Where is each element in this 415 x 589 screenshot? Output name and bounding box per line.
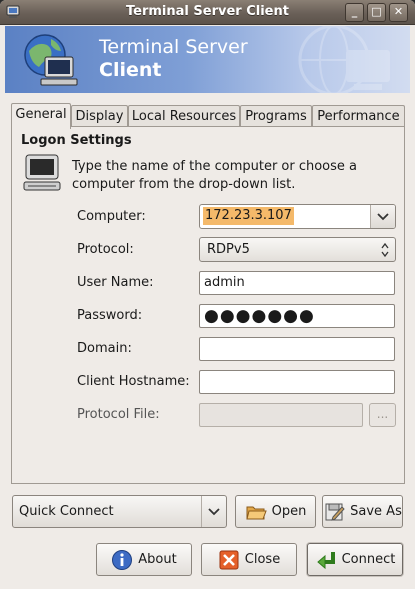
info-icon [112, 549, 133, 570]
globe-computer-icon [24, 34, 78, 86]
close-icon[interactable]: ✕ [389, 3, 408, 22]
title-bar[interactable]: Terminal Server Client _ □ ✕ [0, 0, 415, 25]
protocol-label: Protocol: [77, 242, 134, 257]
computer-input[interactable]: 172.23.3.107 [203, 207, 294, 225]
terminal-server-client-window: Terminal Server Client _ □ ✕ Terminal Se… [0, 0, 415, 589]
protocol-select[interactable]: RDPv5 [199, 237, 396, 262]
connect-button-label: Connect [341, 552, 396, 567]
folder-open-icon [245, 506, 267, 519]
protocol-file-input [199, 403, 363, 427]
maximize-icon[interactable]: □ [367, 3, 386, 22]
tab-programs-label: Programs [245, 109, 307, 124]
logon-instructions: Type the name of the computer or choose … [72, 159, 358, 192]
save-as-button-label: Save As [350, 504, 402, 519]
banner-title-line2: Client [99, 59, 162, 81]
close-button-label: Close [244, 552, 281, 567]
computer-icon [23, 154, 61, 191]
protocol-file-label: Protocol File: [77, 407, 160, 422]
username-input[interactable]: admin [199, 271, 395, 295]
about-button-label: About [138, 552, 177, 567]
browse-button: ... [369, 403, 396, 427]
open-button[interactable]: Open [235, 495, 316, 528]
chevron-down-icon [377, 213, 389, 221]
save-as-icon [325, 503, 345, 521]
quick-connect-dropdown-button[interactable] [201, 496, 226, 527]
banner-watermark-icon [298, 26, 390, 93]
password-label: Password: [77, 308, 143, 323]
tab-performance[interactable]: Performance [312, 105, 405, 128]
tab-local-resources-label: Local Resources [131, 109, 237, 124]
domain-input[interactable] [199, 337, 395, 361]
connect-arrow-icon [316, 551, 335, 569]
logon-settings-title: Logon Settings [21, 133, 132, 148]
tab-general[interactable]: General [11, 103, 71, 129]
client-hostname-input[interactable] [199, 370, 395, 394]
client-hostname-label: Client Hostname: [77, 374, 190, 389]
save-as-button[interactable]: Save As [322, 495, 403, 528]
domain-label: Domain: [77, 341, 132, 356]
username-label: User Name: [77, 275, 154, 290]
close-x-icon [219, 550, 239, 569]
password-input[interactable]: ●●●●●●● [199, 304, 395, 328]
about-button[interactable]: About [96, 543, 192, 576]
computer-label: Computer: [77, 209, 146, 224]
chevron-down-icon [208, 508, 220, 516]
computer-dropdown-button[interactable] [370, 205, 395, 228]
tab-bar: General Display Local Resources Programs… [11, 103, 405, 129]
tab-local-resources[interactable]: Local Resources [128, 105, 240, 128]
banner-title-line1: Terminal Server [99, 36, 248, 58]
minimize-icon[interactable]: _ [345, 3, 364, 22]
tab-display-label: Display [75, 109, 124, 124]
close-button[interactable]: Close [201, 543, 297, 576]
tab-general-label: General [15, 107, 67, 122]
computer-combo[interactable]: 172.23.3.107 [199, 204, 396, 229]
header-banner: Terminal Server Client [5, 26, 410, 93]
tab-performance-label: Performance [317, 109, 400, 124]
tab-programs[interactable]: Programs [240, 105, 312, 128]
general-panel: Logon Settings Type the name of the comp… [11, 126, 405, 484]
connect-button[interactable]: Connect [307, 543, 403, 576]
open-button-label: Open [271, 504, 307, 519]
tab-display[interactable]: Display [71, 105, 128, 128]
updown-arrow-icon [381, 242, 389, 258]
protocol-value: RDPv5 [207, 242, 250, 257]
quick-connect-value: Quick Connect [19, 504, 114, 519]
quick-connect-combo[interactable]: Quick Connect [12, 495, 227, 528]
